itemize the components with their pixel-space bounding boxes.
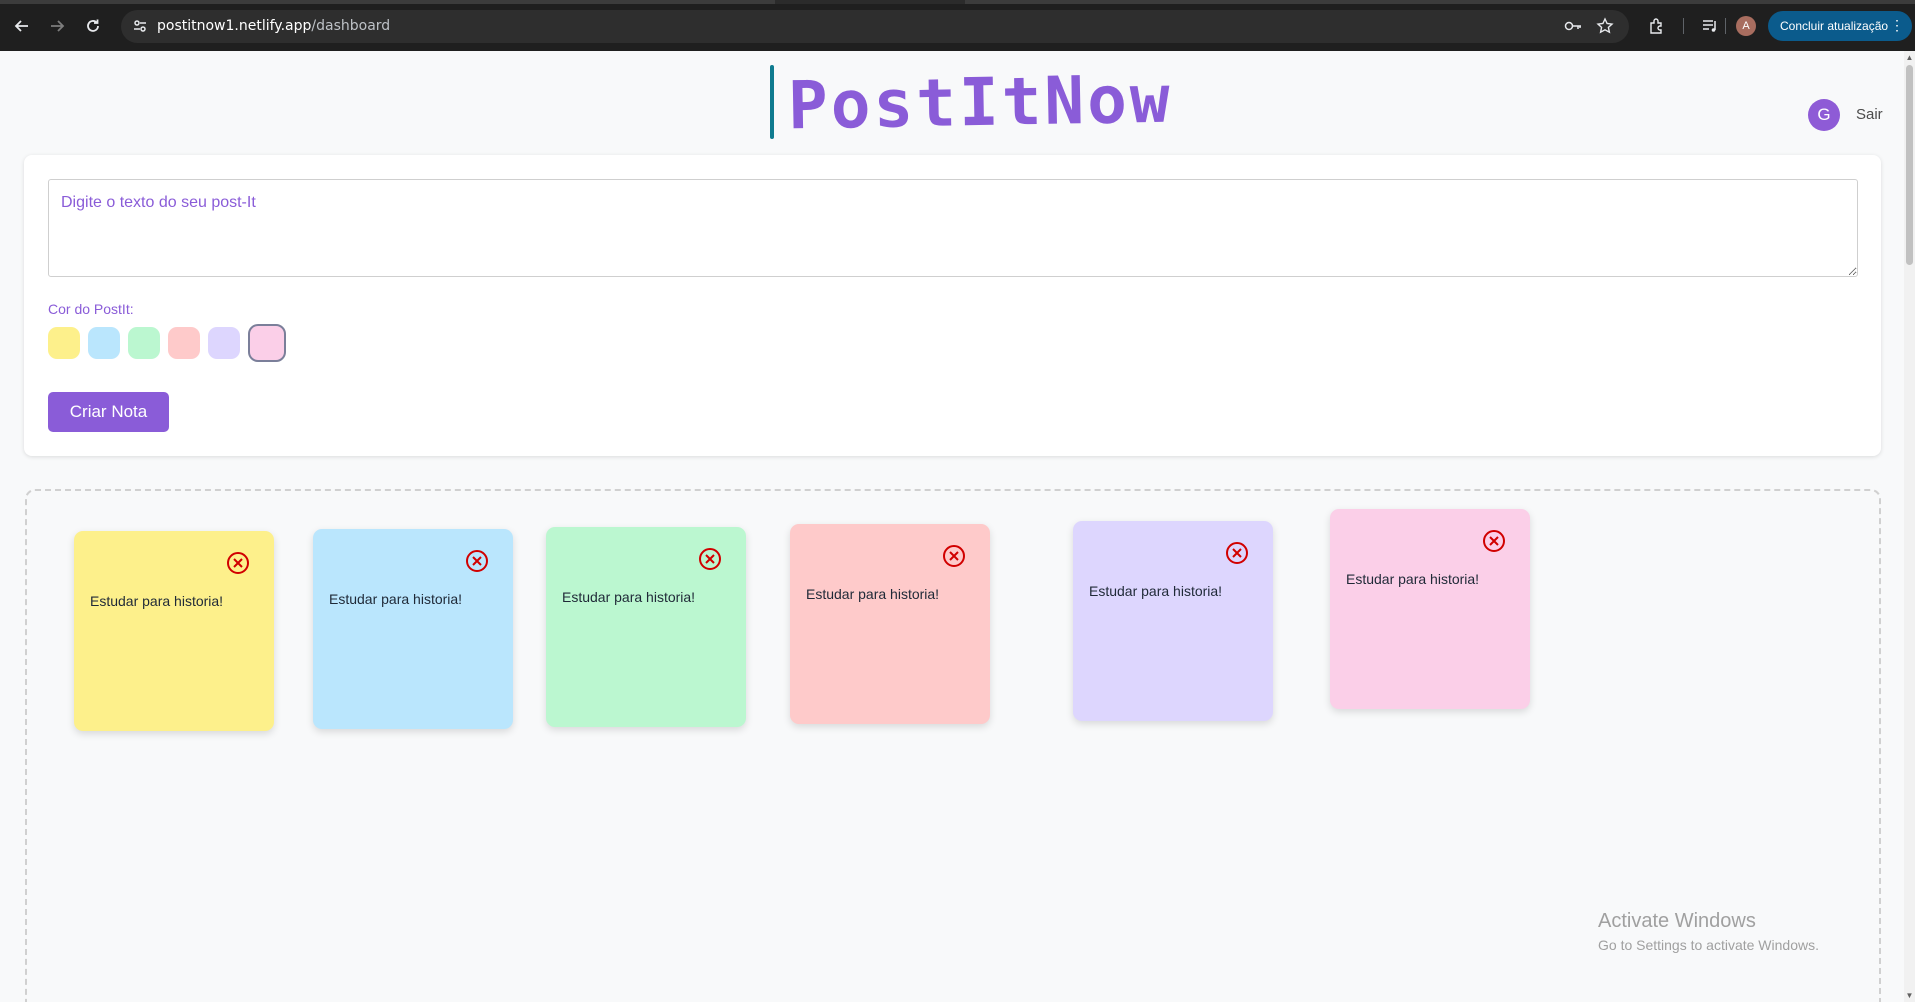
arrow-right-icon	[51, 20, 65, 32]
watermark-subtitle: Go to Settings to activate Windows.	[1598, 937, 1819, 953]
color-picker	[48, 324, 286, 362]
close-circle-icon	[699, 548, 721, 570]
reload-icon	[87, 19, 99, 32]
close-circle-icon	[1483, 530, 1505, 552]
address-bar[interactable]: postitnow1.netlify.app/dashboard	[121, 10, 1629, 43]
bookmark-star-icon[interactable]	[1596, 17, 1614, 40]
queue-music-icon	[1703, 20, 1716, 32]
delete-note-button[interactable]	[1225, 541, 1249, 565]
postit-note[interactable]: Estudar para historia!	[546, 527, 746, 727]
delete-note-button[interactable]	[465, 549, 489, 573]
watermark-title: Activate Windows	[1598, 910, 1756, 932]
logout-button[interactable]: Sair	[1856, 106, 1883, 123]
delete-note-button[interactable]	[698, 547, 722, 571]
reload-button[interactable]	[81, 14, 105, 38]
app-logo: PostItNow	[770, 60, 1174, 144]
logo-cursor-mark	[770, 65, 774, 139]
url-domain: postitnow1.netlify.app	[157, 18, 312, 34]
color-swatch[interactable]	[88, 327, 120, 359]
create-note-button[interactable]: Criar Nota	[48, 392, 169, 432]
update-button[interactable]: Concluir atualização ⋮	[1768, 11, 1912, 41]
windows-activation-watermark: Activate Windows Go to Settings to activ…	[1598, 910, 1819, 953]
close-circle-icon	[943, 545, 965, 567]
more-menu-icon[interactable]: ⋮	[1890, 17, 1904, 33]
postit-note[interactable]: Estudar para historia!	[74, 531, 274, 731]
note-text: Estudar para historia!	[562, 589, 696, 605]
color-swatch[interactable]	[248, 324, 286, 362]
close-circle-icon	[466, 550, 488, 572]
color-swatch[interactable]	[208, 327, 240, 359]
color-swatch[interactable]	[168, 327, 200, 359]
arrow-left-icon	[14, 20, 28, 32]
note-text: Estudar para historia!	[329, 591, 463, 607]
page-scrollbar[interactable]: ▲ ▼	[1904, 51, 1915, 1002]
scroll-up-icon[interactable]: ▲	[1905, 53, 1914, 62]
postit-note[interactable]: Estudar para historia!	[790, 524, 990, 724]
color-label: Cor do PostIt:	[48, 301, 134, 317]
extensions-button[interactable]	[1644, 13, 1670, 39]
delete-note-button[interactable]	[1482, 529, 1506, 553]
note-text: Estudar para historia!	[806, 586, 940, 602]
user-avatar[interactable]: G	[1808, 99, 1840, 131]
close-circle-icon	[227, 552, 249, 574]
url-path: /dashboard	[311, 18, 391, 34]
postit-note[interactable]: Estudar para historia!	[1330, 509, 1530, 709]
forward-button[interactable]	[45, 14, 69, 38]
tab-strip	[0, 0, 1915, 4]
close-circle-icon	[1226, 542, 1248, 564]
logo-text: PostItNow	[787, 60, 1174, 144]
postit-note[interactable]: Estudar para historia!	[1073, 521, 1273, 721]
note-text-input[interactable]	[48, 179, 1858, 277]
delete-note-button[interactable]	[942, 544, 966, 568]
site-settings-icon[interactable]	[132, 18, 148, 39]
note-text: Estudar para historia!	[1346, 571, 1480, 587]
delete-note-button[interactable]	[226, 551, 250, 575]
update-label: Concluir atualização	[1780, 19, 1889, 33]
profile-avatar[interactable]: A	[1736, 16, 1756, 36]
note-text: Estudar para historia!	[90, 593, 224, 609]
media-button[interactable]	[1697, 13, 1723, 39]
color-swatch[interactable]	[128, 327, 160, 359]
color-swatch[interactable]	[48, 327, 80, 359]
postit-note[interactable]: Estudar para historia!	[313, 529, 513, 729]
puzzle-icon	[1650, 18, 1662, 34]
back-button[interactable]	[10, 14, 34, 38]
browser-toolbar: postitnow1.netlify.app/dashboard A Concl…	[0, 0, 1915, 51]
create-note-card: Cor do PostIt: Criar Nota	[24, 155, 1881, 456]
password-key-icon[interactable]	[1564, 18, 1582, 39]
scroll-thumb[interactable]	[1906, 65, 1913, 265]
note-text: Estudar para historia!	[1089, 583, 1223, 599]
scroll-down-icon[interactable]: ▼	[1905, 991, 1914, 1000]
url-text: postitnow1.netlify.app/dashboard	[157, 18, 390, 34]
